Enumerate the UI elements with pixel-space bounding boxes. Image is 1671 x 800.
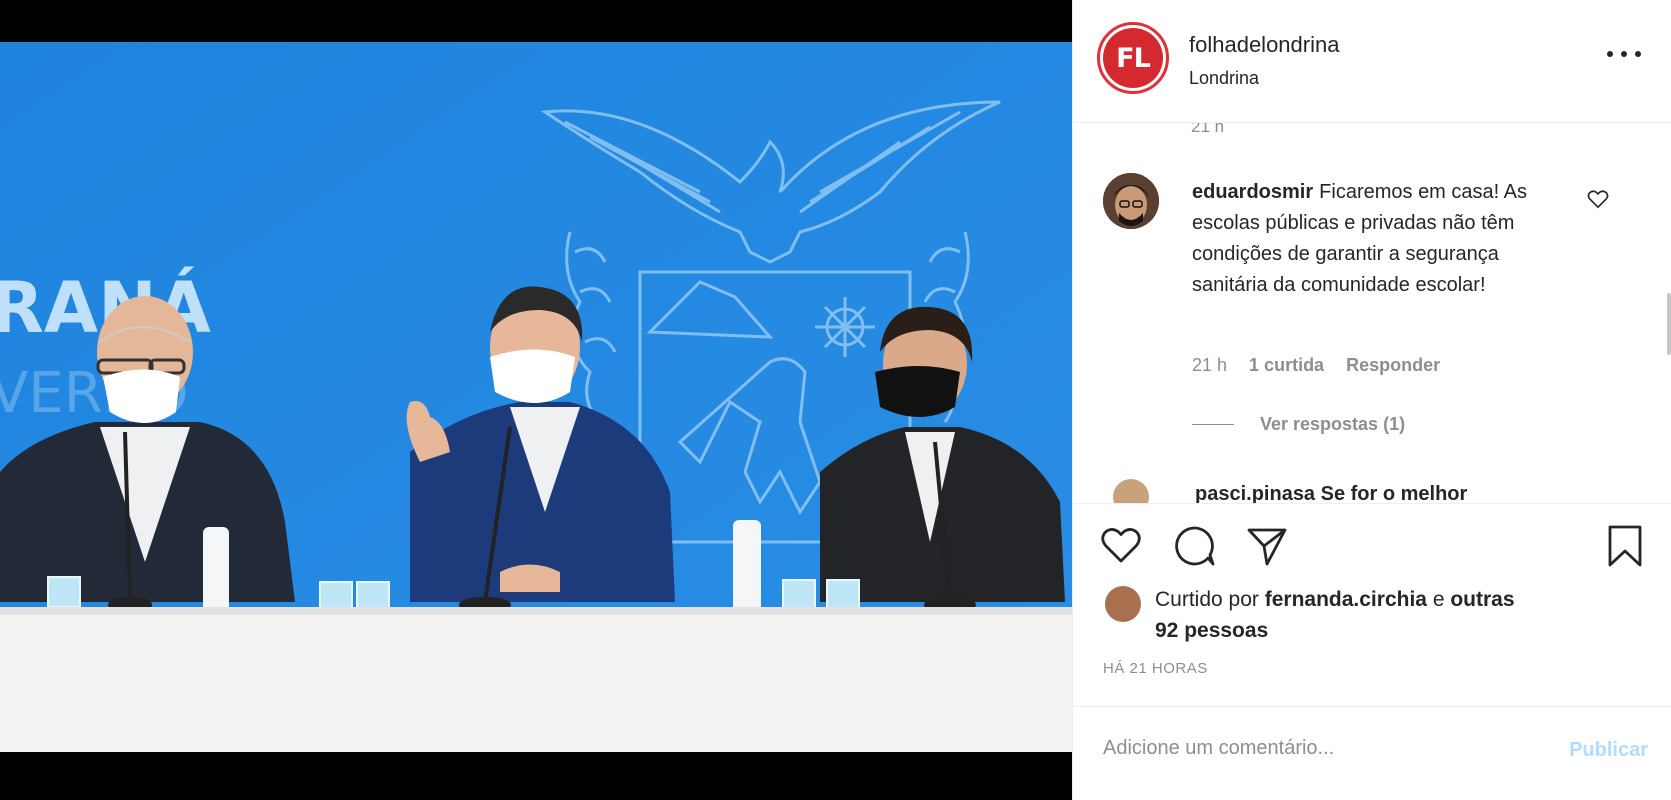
- comment-meta: 21 h 1 curtida Responder: [1192, 355, 1440, 376]
- avatar-face: [1103, 173, 1159, 229]
- post-location[interactable]: Londrina: [1189, 68, 1259, 89]
- next-comment-cut: pasci.pinasa Se for o melhor: [1195, 483, 1468, 503]
- comment-input[interactable]: [1103, 737, 1523, 760]
- likes-prefix: Curtido por: [1155, 588, 1259, 611]
- post-media[interactable]: RANÁ VERNO: [0, 0, 1072, 800]
- likes-text: Curtido por fernanda.circhia e outras 92…: [1155, 584, 1515, 646]
- add-comment-bar: Publicar: [1073, 706, 1671, 800]
- likes-mid: e: [1432, 588, 1445, 611]
- reply-button[interactable]: Responder: [1346, 355, 1440, 376]
- comment-body: eduardosmir Ficaremos em casa! As escolas…: [1192, 177, 1572, 301]
- post-side-panel: FL folhadelondrina Londrina 21 h eduardo…: [1072, 0, 1671, 800]
- comment-time: 21 h: [1192, 355, 1228, 375]
- view-replies-label: Ver respostas (1): [1260, 414, 1406, 434]
- next-comment-avatar[interactable]: [1113, 479, 1149, 503]
- view-replies-button[interactable]: Ver respostas (1): [1192, 414, 1405, 435]
- comment-like-heart-icon[interactable]: [1587, 189, 1609, 209]
- comment-likes-count[interactable]: 1 curtida: [1249, 355, 1324, 376]
- post-header: FL folhadelondrina Londrina: [1073, 0, 1671, 123]
- more-options-icon[interactable]: [1607, 46, 1641, 62]
- profile-avatar[interactable]: FL: [1097, 22, 1169, 94]
- press-conference-photo: RANÁ VERNO: [0, 42, 1072, 752]
- publish-button[interactable]: Publicar: [1569, 739, 1648, 762]
- likes-summary[interactable]: Curtido por fernanda.circhia e outras 92…: [1105, 584, 1515, 646]
- water-bottle: [203, 527, 229, 612]
- heart-icon[interactable]: [1099, 524, 1143, 568]
- comment-username[interactable]: eduardosmir: [1192, 181, 1313, 203]
- instagram-post-view: RANÁ VERNO FL folhadelondrina Londrina 2…: [0, 0, 1671, 800]
- cut-timestamp: 21 h: [1191, 123, 1225, 136]
- post-actions: Curtido por fernanda.circhia e outras 92…: [1073, 503, 1671, 706]
- bookmark-icon[interactable]: [1603, 524, 1647, 568]
- liker-username[interactable]: fernanda.circhia: [1265, 588, 1427, 611]
- comment-icon[interactable]: [1173, 524, 1217, 568]
- share-icon[interactable]: [1245, 524, 1289, 568]
- water-bottle: [733, 520, 761, 612]
- comments-scrollbar[interactable]: [1667, 293, 1671, 355]
- liker-avatar[interactable]: [1105, 586, 1141, 622]
- profile-avatar-logo: FL: [1103, 28, 1163, 88]
- comments-list[interactable]: 21 h eduardosmir Ficaremos em casa! As es…: [1073, 123, 1671, 503]
- profile-username[interactable]: folhadelondrina: [1189, 32, 1339, 58]
- comment-avatar[interactable]: [1103, 173, 1159, 229]
- replies-divider-line: [1192, 424, 1234, 425]
- post-timestamp: HÁ 21 HORAS: [1103, 660, 1208, 677]
